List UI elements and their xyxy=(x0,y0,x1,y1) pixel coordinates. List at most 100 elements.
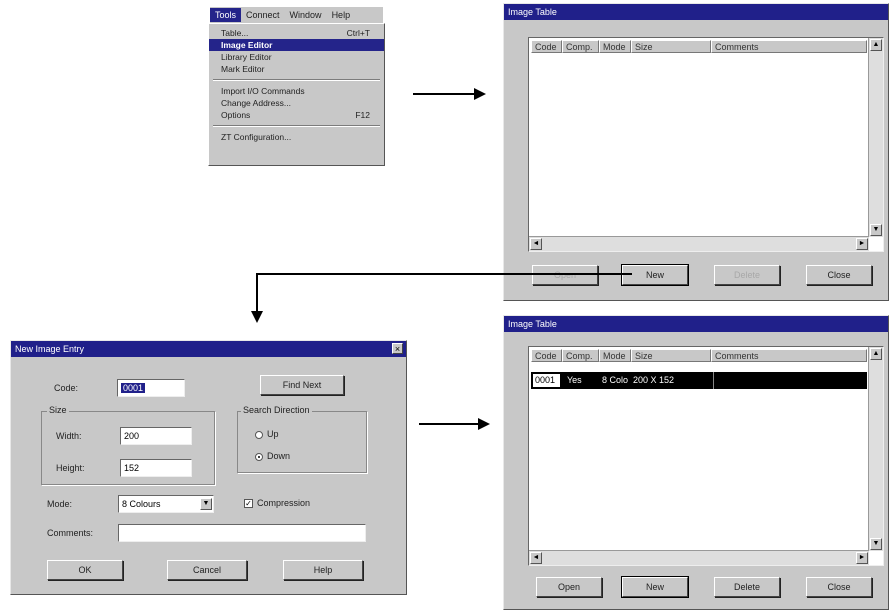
radio-up[interactable] xyxy=(255,431,263,439)
find-next-button[interactable]: Find Next xyxy=(260,375,344,395)
image-table-window-filled: Image Table Code Comp. Mode Size Comment… xyxy=(503,315,889,610)
image-list[interactable]: Code Comp. Mode Size Comments ▲ ▼ ◄ ► xyxy=(528,37,884,252)
menu-help[interactable]: Help xyxy=(327,8,356,22)
table-row[interactable]: 0001 Yes 8 Colo 200 X 152 xyxy=(531,372,867,389)
menu-item-label: ZT Configuration... xyxy=(221,132,292,142)
scroll-down-icon[interactable]: ▼ xyxy=(870,224,882,236)
menu-window[interactable]: Window xyxy=(285,8,327,22)
code-input[interactable]: 0001 xyxy=(117,379,185,397)
delete-button[interactable]: Delete xyxy=(714,577,780,597)
height-label: Height: xyxy=(56,463,85,473)
window-title: Image Table xyxy=(504,316,888,332)
column-header-size[interactable]: Size xyxy=(631,40,711,53)
menu-separator xyxy=(213,125,380,127)
menu-bar: Tools Connect Window Help xyxy=(210,7,383,24)
menu-item-library-editor[interactable]: Library Editor xyxy=(209,51,384,63)
column-divider xyxy=(713,372,714,389)
scroll-down-icon[interactable]: ▼ xyxy=(870,538,882,550)
help-button[interactable]: Help xyxy=(283,560,363,580)
compression-checkbox[interactable]: ✓ xyxy=(244,499,253,508)
radio-down[interactable] xyxy=(255,453,263,461)
search-direction-label: Search Direction xyxy=(241,405,312,415)
column-header-comments[interactable]: Comments xyxy=(711,40,867,53)
width-input[interactable]: 200 xyxy=(120,427,192,445)
open-button[interactable]: Open xyxy=(536,577,602,597)
comments-label: Comments: xyxy=(47,528,94,538)
arrowhead-right-icon xyxy=(474,88,486,100)
horizontal-scrollbar[interactable]: ◄ ► xyxy=(529,236,869,251)
menu-item-import-io[interactable]: Import I/O Commands xyxy=(209,85,384,97)
code-input-value: 0001 xyxy=(121,383,146,393)
cell-size: 200 X 152 xyxy=(633,375,675,385)
column-header-comp[interactable]: Comp. xyxy=(562,40,599,53)
scroll-up-icon[interactable]: ▲ xyxy=(870,348,882,360)
mode-select-value: 8 Colours xyxy=(122,499,161,509)
flow-arrow-1 xyxy=(413,93,475,95)
menu-item-label: Library Editor xyxy=(221,52,272,62)
width-label: Width: xyxy=(56,431,82,441)
chevron-down-icon[interactable]: ▼ xyxy=(200,498,212,510)
menu-connect[interactable]: Connect xyxy=(241,8,285,22)
menu-tools[interactable]: Tools xyxy=(210,8,242,22)
size-group-label: Size xyxy=(47,405,69,415)
menu-item-label: Mark Editor xyxy=(221,64,265,74)
menu-item-image-editor[interactable]: Image Editor xyxy=(209,39,384,51)
scroll-up-icon[interactable]: ▲ xyxy=(870,39,882,51)
cell-mode: 8 Colo xyxy=(602,375,629,385)
scroll-right-icon[interactable]: ► xyxy=(856,552,868,564)
horizontal-scrollbar[interactable]: ◄ ► xyxy=(529,550,869,565)
cancel-button[interactable]: Cancel xyxy=(167,560,247,580)
scroll-left-icon[interactable]: ◄ xyxy=(530,238,542,250)
menu-item-label: Options xyxy=(221,110,251,120)
scroll-left-icon[interactable]: ◄ xyxy=(530,552,542,564)
column-header-mode[interactable]: Mode xyxy=(599,40,631,53)
code-label: Code: xyxy=(54,383,79,393)
radio-down-label: Down xyxy=(267,451,291,461)
delete-button[interactable]: Delete xyxy=(714,265,780,285)
menu-item-zt-config[interactable]: ZT Configuration... xyxy=(209,131,384,143)
dialog-title: New Image Entry × xyxy=(11,341,406,357)
compression-label: Compression xyxy=(257,498,311,508)
menu-item-label: Image Editor xyxy=(221,40,273,50)
search-direction-group xyxy=(237,411,367,473)
close-icon[interactable]: × xyxy=(392,343,403,354)
close-button[interactable]: Close xyxy=(806,577,872,597)
close-button[interactable]: Close xyxy=(806,265,872,285)
mode-select[interactable]: 8 Colours ▼ xyxy=(118,495,214,513)
vertical-scrollbar[interactable]: ▲ ▼ xyxy=(868,38,883,237)
cell-code: 0001 xyxy=(533,374,560,387)
menu-item-label: Import I/O Commands xyxy=(221,86,305,96)
menu-item-shortcut: Ctrl+T xyxy=(346,28,370,38)
image-list[interactable]: Code Comp. Mode Size Comments 0001 Yes 8… xyxy=(528,346,884,566)
height-input[interactable]: 152 xyxy=(120,459,192,477)
radio-up-label: Up xyxy=(267,429,279,439)
menu-item-table[interactable]: Table... Ctrl+T xyxy=(209,27,384,39)
flow-arrow-3 xyxy=(419,423,479,425)
tools-dropdown: Table... Ctrl+T Image Editor Library Edit… xyxy=(208,23,385,166)
column-header-comments[interactable]: Comments xyxy=(711,349,867,362)
new-button[interactable]: New xyxy=(621,264,689,286)
column-header-size[interactable]: Size xyxy=(631,349,711,362)
menu-item-label: Table... xyxy=(221,28,249,38)
scroll-right-icon[interactable]: ► xyxy=(856,238,868,250)
new-button[interactable]: New xyxy=(621,576,689,598)
flow-arrow-2-down xyxy=(256,273,258,313)
column-header-code[interactable]: Code xyxy=(531,349,562,362)
column-header-comp[interactable]: Comp. xyxy=(562,349,599,362)
vertical-scrollbar[interactable]: ▲ ▼ xyxy=(868,347,883,551)
dialog-title-text: New Image Entry xyxy=(15,344,85,354)
menu-item-mark-editor[interactable]: Mark Editor xyxy=(209,63,384,75)
menu-separator xyxy=(213,79,380,81)
ok-button[interactable]: OK xyxy=(47,560,123,580)
arrowhead-down-icon xyxy=(251,311,263,323)
column-header-mode[interactable]: Mode xyxy=(599,349,631,362)
open-button[interactable]: Open xyxy=(532,265,598,285)
column-header-code[interactable]: Code xyxy=(531,40,562,53)
window-title: Image Table xyxy=(504,4,888,20)
menu-item-change-address[interactable]: Change Address... xyxy=(209,97,384,109)
menu-item-options[interactable]: Options F12 xyxy=(209,109,384,121)
comments-input[interactable] xyxy=(118,524,366,542)
menu-item-label: Change Address... xyxy=(221,98,291,108)
new-image-entry-dialog: New Image Entry × Code: 0001 Find Next S… xyxy=(10,340,407,595)
arrowhead-right-icon xyxy=(478,418,490,430)
